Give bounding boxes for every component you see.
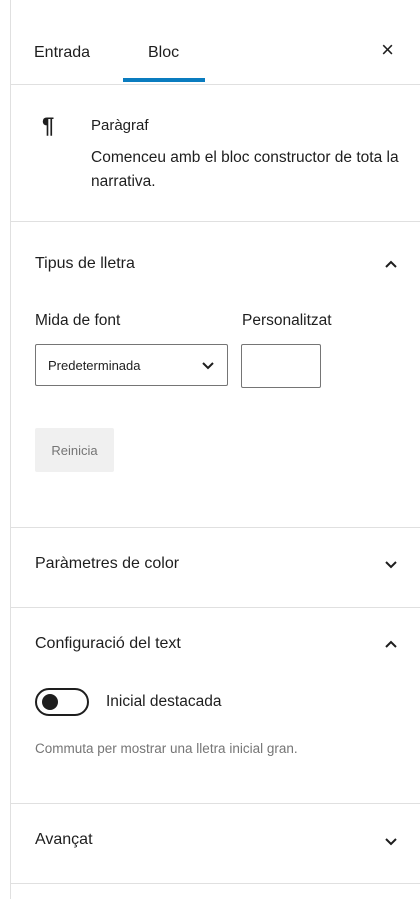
paragraph-icon: ¶: [42, 113, 55, 138]
sidebar-tabs: Entrada Bloc ×: [11, 0, 420, 85]
block-card: ¶ Paràgraf Comenceu amb el bloc construc…: [11, 85, 420, 222]
text-settings-panel-title[interactable]: Configuració del text: [35, 635, 181, 653]
chevron-up-icon[interactable]: [384, 259, 398, 269]
close-icon[interactable]: ×: [381, 39, 394, 61]
typography-panel-title[interactable]: Tipus de lletra: [35, 255, 135, 273]
typography-panel: Tipus de lletra Mida de font Personalitz…: [11, 222, 420, 528]
color-panel-title[interactable]: Paràmetres de color: [35, 555, 179, 573]
advanced-panel: Avançat: [11, 804, 420, 884]
tab-entrada[interactable]: Entrada: [34, 44, 90, 62]
custom-font-size-input[interactable]: [241, 344, 321, 388]
chevron-down-icon: [202, 362, 214, 370]
block-settings-sidebar: Entrada Bloc × ¶ Paràgraf Comenceu amb e…: [10, 0, 420, 899]
chevron-down-icon[interactable]: [384, 560, 398, 570]
font-size-label: Mida de font: [35, 312, 121, 329]
active-tab-indicator: [123, 78, 205, 82]
block-description: Comenceu amb el bloc constructor de tota…: [91, 149, 399, 190]
block-title: Paràgraf: [91, 117, 149, 134]
chevron-up-icon[interactable]: [384, 639, 398, 649]
custom-size-label: Personalitzat: [242, 312, 332, 329]
advanced-panel-title[interactable]: Avançat: [35, 831, 93, 849]
drop-cap-toggle[interactable]: [35, 688, 89, 716]
tab-bloc[interactable]: Bloc: [148, 44, 179, 62]
font-size-select[interactable]: Predeterminada: [35, 344, 228, 386]
toggle-knob: [42, 694, 58, 710]
font-size-select-value: Predeterminada: [48, 358, 141, 373]
color-panel: Paràmetres de color: [11, 528, 420, 608]
drop-cap-label: Inicial destacada: [106, 693, 222, 710]
drop-cap-help-text: Commuta per mostrar una lletra inicial g…: [35, 741, 298, 756]
chevron-down-icon[interactable]: [384, 837, 398, 847]
reset-button[interactable]: Reinicia: [35, 428, 114, 472]
text-settings-panel: Configuració del text Inicial destacada …: [11, 608, 420, 804]
